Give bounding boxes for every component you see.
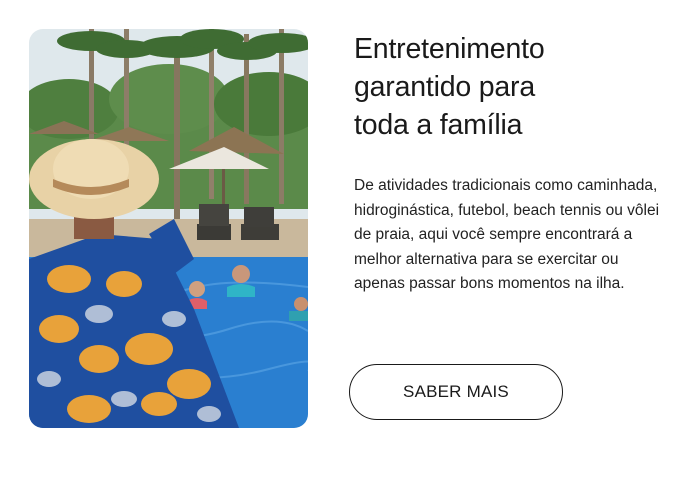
- feature-description: De atividades tradicionais como caminhad…: [354, 177, 660, 292]
- saber-mais-button[interactable]: SABER MAIS: [349, 364, 563, 420]
- resort-pool-photo: [29, 29, 308, 428]
- page: Entretenimento garantido para toda a fam…: [0, 0, 700, 480]
- feature-heading: Entretenimento garantido para toda a fam…: [354, 33, 545, 141]
- feature-text-block: Entretenimento garantido para toda a fam…: [354, 30, 674, 297]
- pool-activity-illustration: [29, 29, 308, 428]
